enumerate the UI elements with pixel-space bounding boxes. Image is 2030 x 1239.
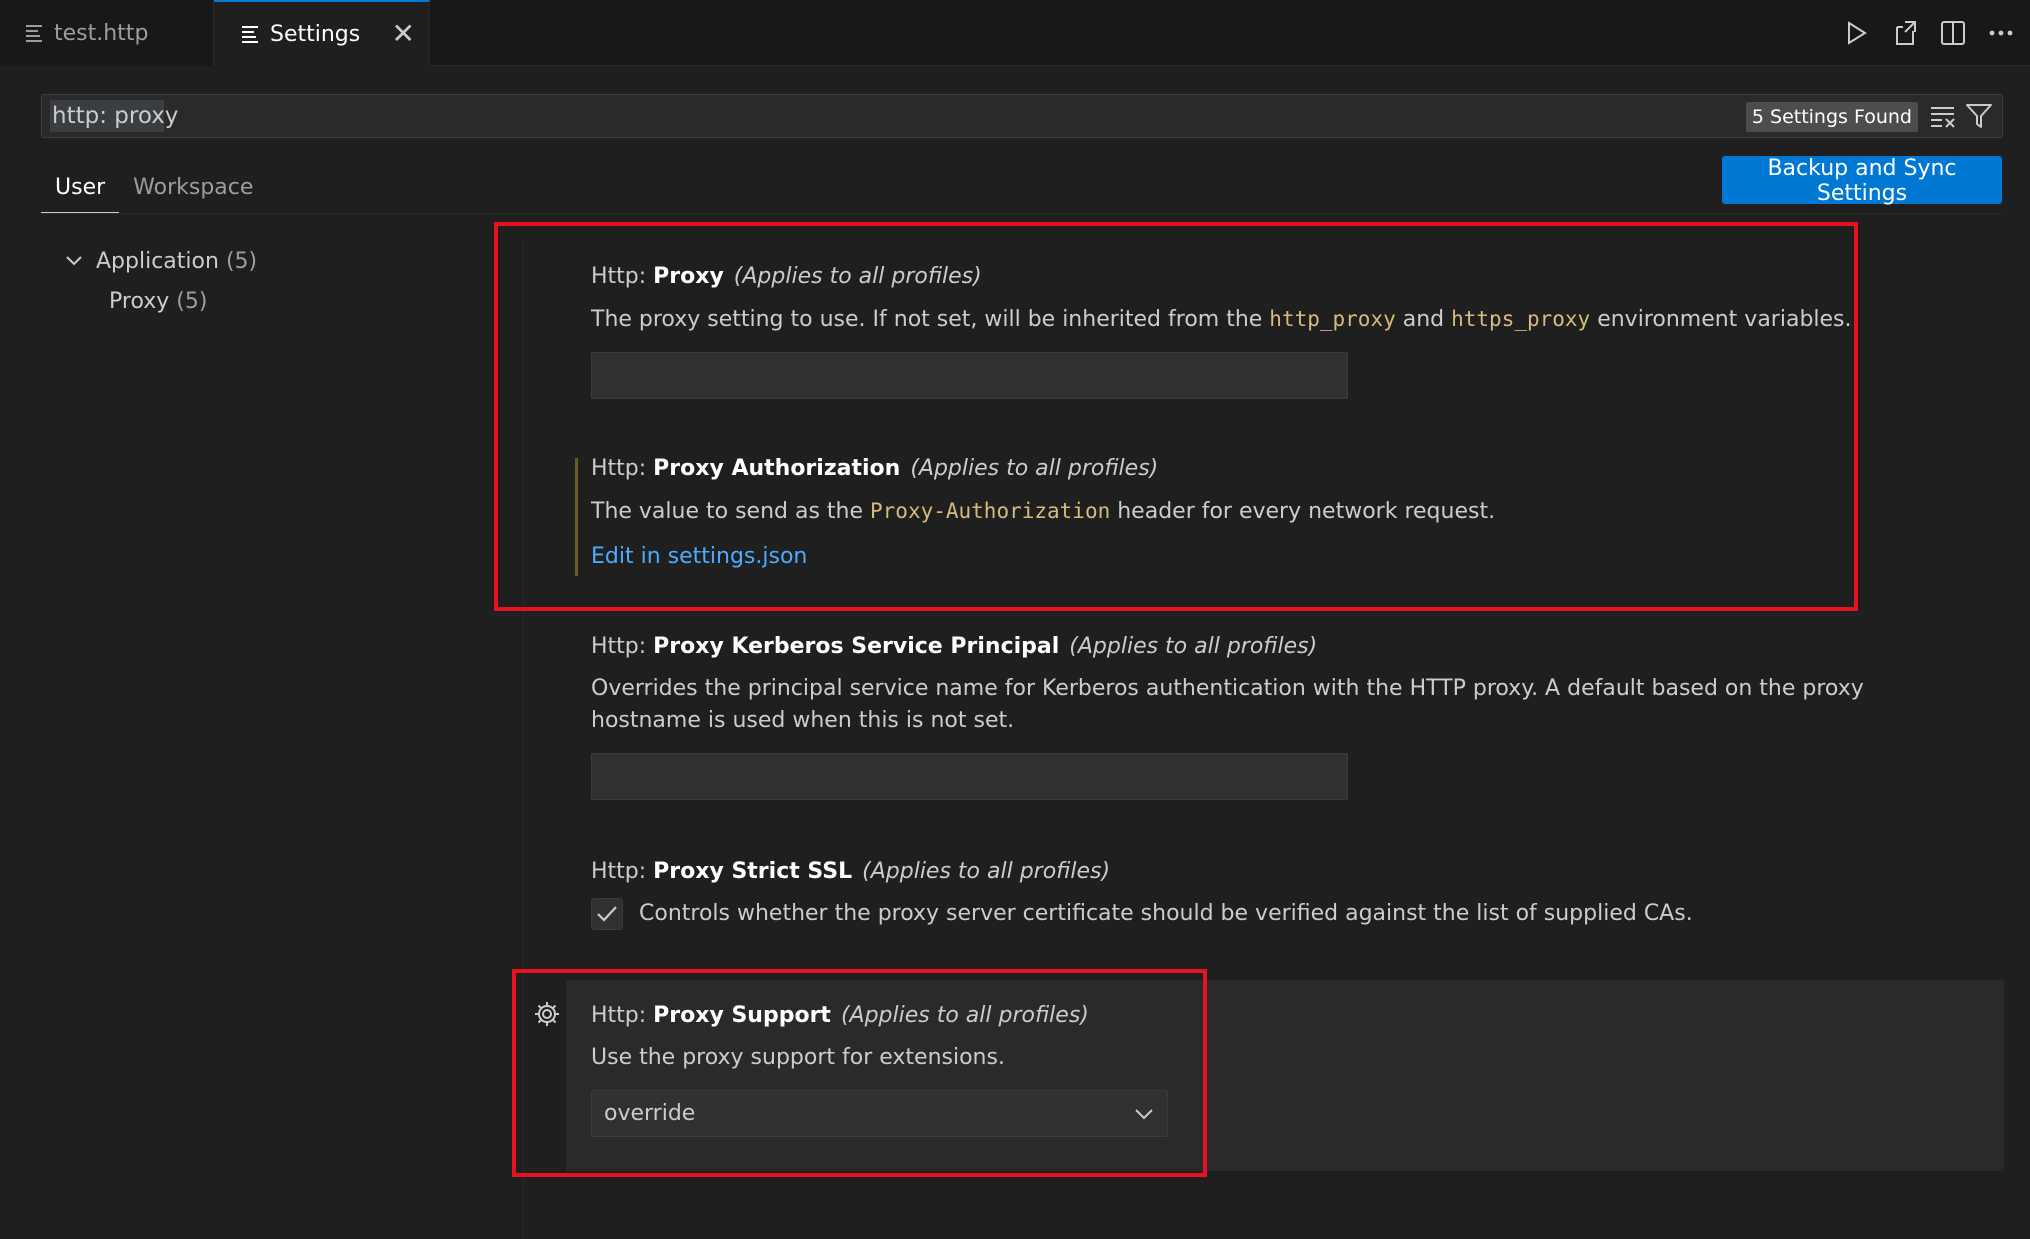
split-editor-icon[interactable] (1938, 16, 1968, 50)
toc-sub-count: (5) (176, 288, 208, 314)
settings-scope-tabs: User Workspace (41, 170, 267, 214)
tab-label: Settings (270, 22, 361, 47)
file-lines-icon (242, 23, 258, 46)
file-lines-icon (26, 22, 42, 45)
setting-description: Overrides the principal service name for… (591, 676, 1864, 733)
kerberos-principal-input[interactable] (591, 753, 1348, 800)
setting-title: Http: Proxy Strict SSL (Applies to all pr… (591, 859, 1693, 884)
toc-item-application[interactable]: Application (5) (64, 244, 257, 278)
settings-table-of-contents: Application (5) Proxy (5) (64, 244, 257, 318)
setting-name: Proxy Kerberos Service Principal (653, 634, 1060, 659)
setting-description: Controls whether the proxy server certif… (639, 901, 1693, 926)
clear-filter-icon[interactable] (1928, 101, 1958, 131)
highlight-box (494, 222, 1858, 611)
toc-group-count: (5) (225, 248, 258, 274)
toc-sub-label: Proxy (109, 288, 170, 314)
settings-search-input[interactable] (52, 101, 1752, 131)
tab-workspace[interactable]: Workspace (119, 170, 267, 214)
scope-tabs-divider (41, 213, 2003, 214)
settings-found-badge: 5 Settings Found (1745, 102, 1918, 132)
filter-icon[interactable] (1964, 101, 1994, 131)
setting-name: Proxy Strict SSL (653, 859, 853, 884)
setting-http-proxy-kerberos: Http: Proxy Kerberos Service Principal (A… (591, 634, 1971, 800)
setting-http-proxy-strict-ssl: Http: Proxy Strict SSL (Applies to all pr… (591, 859, 1693, 930)
tab-label: test.http (54, 20, 149, 46)
tab-user[interactable]: User (41, 170, 120, 214)
toc-group-label: Application (96, 248, 219, 274)
strict-ssl-checkbox[interactable] (591, 898, 623, 930)
run-icon[interactable] (1842, 16, 1872, 50)
setting-scope: (Applies to all profiles) (862, 859, 1111, 884)
checkmark-icon (597, 906, 617, 922)
close-icon[interactable]: ✕ (392, 20, 415, 48)
setting-category: Http: (591, 859, 654, 884)
settings-search-box: 5 Settings Found (41, 94, 2003, 138)
setting-title: Http: Proxy Kerberos Service Principal (A… (591, 634, 1971, 659)
editor-actions (1842, 16, 2016, 50)
chevron-down-icon (66, 256, 82, 266)
more-actions-icon[interactable] (1986, 16, 2016, 50)
toc-item-proxy[interactable]: Proxy (5) (109, 284, 257, 318)
highlight-box (512, 969, 1207, 1177)
setting-scope: (Applies to all profiles) (1069, 634, 1318, 659)
tab-test-http[interactable]: test.http (0, 0, 214, 66)
backup-and-sync-button[interactable]: Backup and Sync Settings (1722, 156, 2002, 206)
editor-tab-bar: test.http Settings ✕ (0, 0, 2030, 67)
tab-settings[interactable]: Settings ✕ (214, 0, 430, 67)
setting-category: Http: (591, 634, 654, 659)
strict-ssl-row: Controls whether the proxy server certif… (591, 898, 1693, 930)
open-settings-json-icon[interactable] (1890, 16, 1920, 50)
